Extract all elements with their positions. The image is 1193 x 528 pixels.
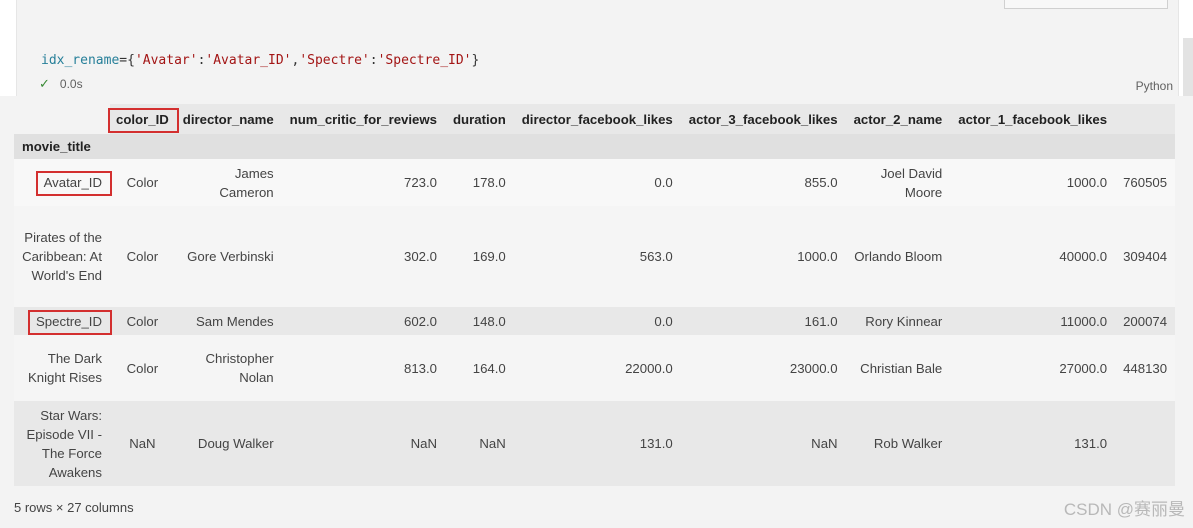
cell-output: color_ID director_name num_critic_for_re…	[0, 96, 1193, 528]
row-index-label: Pirates of the Caribbean: At World's End	[14, 206, 110, 307]
language-label[interactable]: Python	[1136, 79, 1173, 93]
table-cell: 169.0	[445, 206, 514, 307]
column-header: color_ID	[110, 104, 175, 134]
table-row: Spectre_ID Color Sam Mendes 602.0 148.0 0.0 16…	[14, 307, 1176, 335]
table-cell: 27000.0	[950, 335, 1116, 401]
index-name: movie_title	[14, 134, 110, 159]
table-cell: Sam Mendes	[174, 307, 282, 335]
cell-toolbar[interactable]	[1004, 0, 1168, 9]
column-header: director_name	[174, 104, 282, 134]
code-cell[interactable]: idx_rename={'Avatar':'Avatar_ID','Spectr…	[16, 0, 1179, 188]
table-cell: 855.0	[680, 159, 846, 206]
code-line-1: idx_rename={'Avatar':'Avatar_ID','Spectr…	[41, 51, 479, 71]
table-cell: 200074	[1115, 307, 1176, 335]
table-cell: Christopher Nolan	[174, 335, 282, 401]
table-cell: NaN	[281, 401, 445, 486]
code-token: {	[127, 53, 135, 68]
table-cell: 178.0	[445, 159, 514, 206]
table-cell: 131.0	[513, 401, 681, 486]
table-cell: 602.0	[281, 307, 445, 335]
table-cell: 40000.0	[950, 206, 1116, 307]
row-index-label: The Dark Knight Rises	[14, 335, 110, 401]
code-token: }	[471, 53, 480, 68]
table-cell: Joel David Moore	[845, 159, 951, 206]
table-cell: 148.0	[445, 307, 514, 335]
execution-time: 0.0s	[59, 77, 83, 91]
scrollbar-thumb[interactable]	[1183, 38, 1193, 102]
code-token: idx_rename	[41, 53, 120, 68]
index-name-row: movie_title	[14, 134, 1176, 159]
table-cell: Doug Walker	[174, 401, 282, 486]
table-cell: 22000.0	[513, 335, 681, 401]
table-shape-note: 5 rows × 27 columns	[14, 500, 134, 515]
table-cell: NaN	[445, 401, 514, 486]
table-cell: 760505	[1115, 159, 1176, 206]
code-token: =	[119, 53, 128, 68]
code-token: 'Spectre_ID'	[377, 53, 472, 68]
watermark: CSDN @赛丽曼	[1063, 500, 1185, 519]
table-cell: NaN	[680, 401, 846, 486]
column-header: actor_3_facebook_likes	[680, 104, 846, 134]
table-cell: Christian Bale	[845, 335, 951, 401]
table-cell: 1000.0	[680, 206, 846, 307]
table-cell: 309404	[1115, 206, 1176, 307]
table-cell: Color	[110, 159, 175, 206]
table-row: Avatar_ID Color James Cameron 723.0 178.0 0.0…	[14, 159, 1176, 206]
column-header: num_critic_for_reviews	[281, 104, 445, 134]
code-token: :	[369, 53, 378, 68]
code-token: 'Avatar_ID'	[205, 53, 292, 68]
table-cell	[1115, 401, 1176, 486]
table-cell: 131.0	[950, 401, 1116, 486]
column-header	[1115, 104, 1176, 134]
table-cell: 0.0	[513, 159, 681, 206]
table-clip	[1178, 104, 1193, 496]
header-corner	[14, 104, 110, 134]
table-cell: 11000.0	[950, 307, 1116, 335]
row-index-label: Star Wars: Episode VII - The Force Awake…	[14, 401, 110, 486]
table-cell: Rob Walker	[845, 401, 951, 486]
table-cell: 164.0	[445, 335, 514, 401]
table-cell: Color	[110, 307, 175, 335]
table-cell: Orlando Bloom	[845, 206, 951, 307]
column-header: director_facebook_likes	[513, 104, 681, 134]
table-cell: Rory Kinnear	[845, 307, 951, 335]
row-index-label: Spectre_ID	[14, 307, 110, 335]
table-row: Pirates of the Caribbean: At World's End…	[14, 206, 1176, 307]
table-cell: 813.0	[281, 335, 445, 401]
row-index-label: Avatar_ID	[14, 159, 110, 206]
dataframe-table: color_ID director_name num_critic_for_re…	[14, 104, 1176, 486]
code-token: 'Avatar'	[134, 53, 198, 68]
execution-status: ✓ 0.0s	[39, 76, 83, 92]
table-cell: Gore Verbinski	[174, 206, 282, 307]
table-cell: 23000.0	[680, 335, 846, 401]
table-cell: 563.0	[513, 206, 681, 307]
column-header: actor_2_name	[845, 104, 951, 134]
table-cell: Color	[110, 335, 175, 401]
table-cell: 302.0	[281, 206, 445, 307]
table-row: Star Wars: Episode VII - The Force Awake…	[14, 401, 1176, 486]
table-row: The Dark Knight Rises Color Christopher No…	[14, 335, 1176, 401]
table-cell: James Cameron	[174, 159, 282, 206]
column-header: actor_1_facebook_likes	[950, 104, 1116, 134]
table-cell: 1000.0	[950, 159, 1116, 206]
table-cell: 161.0	[680, 307, 846, 335]
column-header-row: color_ID director_name num_critic_for_re…	[14, 104, 1176, 134]
column-header: duration	[445, 104, 514, 134]
table-cell: 448130	[1115, 335, 1176, 401]
check-icon: ✓	[39, 76, 50, 91]
table-cell: 0.0	[513, 307, 681, 335]
table-cell: NaN	[110, 401, 175, 486]
table-cell: 723.0	[281, 159, 445, 206]
code-token: 'Spectre'	[299, 53, 370, 68]
table-cell: Color	[110, 206, 175, 307]
